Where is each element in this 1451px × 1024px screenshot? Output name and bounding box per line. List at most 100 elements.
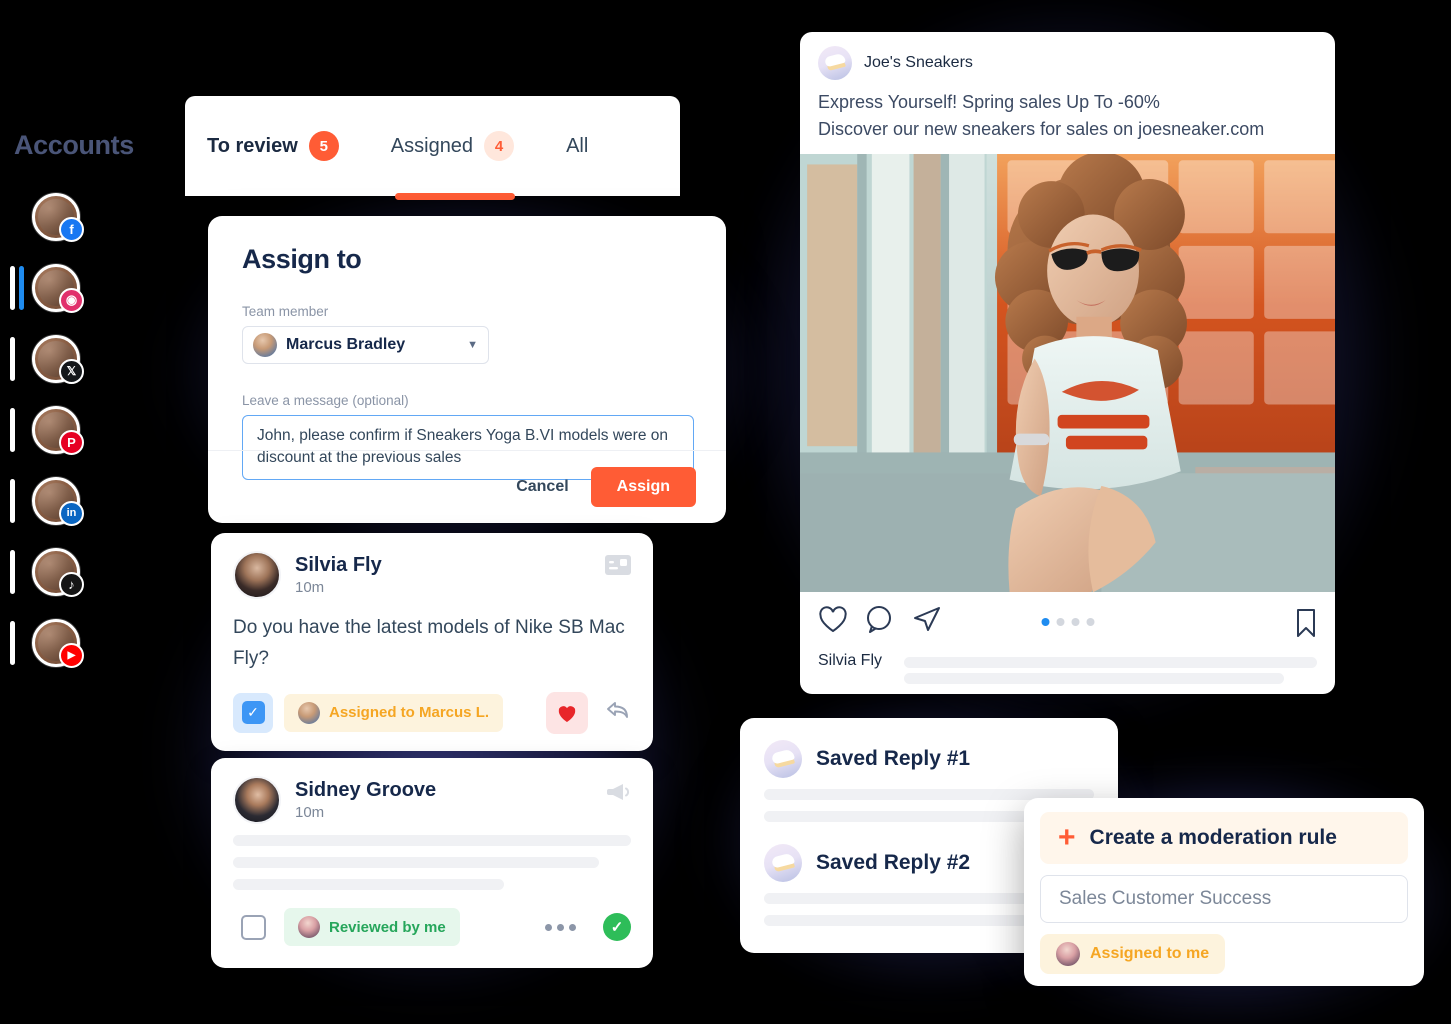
skeleton-line xyxy=(764,915,1028,926)
skeleton-line xyxy=(904,673,1284,684)
comment-footer: Reviewed by me ✓ xyxy=(233,907,631,947)
assignee-avatar xyxy=(1056,942,1080,966)
tab-to-review[interactable]: To review 5 xyxy=(207,131,339,161)
sidebar-account-instagram[interactable]: ◉ xyxy=(0,252,170,323)
post-account-name: Joe's Sneakers xyxy=(864,54,973,71)
share-icon[interactable] xyxy=(912,605,942,638)
like-button[interactable] xyxy=(546,691,588,734)
post-caption-line-2: Discover our new sneakers for sales on j… xyxy=(818,119,1265,140)
linkedin-icon: in xyxy=(59,500,84,526)
post-photo xyxy=(800,153,1335,592)
accounts-sidebar: Accounts f ◉ 𝕏 Pin ♪ ▶ xyxy=(0,130,170,678)
account-avatar: P xyxy=(32,405,84,455)
avatar xyxy=(233,551,281,599)
skeleton-line xyxy=(233,857,600,868)
sidebar-account-facebook[interactable]: f xyxy=(0,181,170,252)
account-avatar: ◉ xyxy=(32,263,84,313)
sidebar-account-linkedin[interactable]: in xyxy=(0,465,170,536)
status-badge-label: Reviewed by me xyxy=(329,918,446,936)
accounts-title: Accounts xyxy=(14,130,134,160)
moderation-rule-card: + Create a moderation rule Sales Custome… xyxy=(1024,798,1424,986)
like-icon[interactable] xyxy=(818,605,848,638)
tab-to-review-label: To review xyxy=(207,134,298,157)
reply-button[interactable] xyxy=(605,699,631,726)
comment-author: Sidney Groove xyxy=(295,779,437,801)
tab-assigned-badge: 4 xyxy=(484,131,515,161)
assign-to-modal: Assign to Team member Marcus Bradley ▼ L… xyxy=(208,216,726,523)
saved-reply-title: Saved Reply #2 xyxy=(816,851,971,874)
team-member-select[interactable]: Marcus Bradley ▼ xyxy=(242,326,489,364)
instagram-post-preview: Joe's Sneakers Express Yourself! Spring … xyxy=(800,32,1335,694)
tab-assigned[interactable]: Assigned 4 xyxy=(391,131,515,161)
post-caption-line-1: Express Yourself! Spring sales Up To -60… xyxy=(818,92,1160,112)
moderation-rule-input[interactable]: Sales Customer Success xyxy=(1040,875,1408,923)
skeleton-line xyxy=(233,879,504,890)
post-header: Joe's Sneakers Express Yourself! Spring … xyxy=(800,32,1335,154)
account-avatar: 𝕏 xyxy=(32,334,84,384)
assign-modal-title: Assign to xyxy=(242,244,362,274)
account-avatar: f xyxy=(32,192,84,242)
comment-icon xyxy=(605,555,631,580)
reply-icon xyxy=(607,702,628,718)
skeleton-line xyxy=(904,657,1317,668)
comment-header: Sidney Groove 10m xyxy=(233,776,631,824)
pinterest-icon: P xyxy=(59,429,84,455)
heart-icon xyxy=(558,705,576,722)
post-footer: Silvia Fly xyxy=(800,592,1335,694)
checkbox-unchecked-icon xyxy=(240,914,266,940)
account-avatar: ▶ xyxy=(32,618,84,668)
account-indicator xyxy=(10,336,15,381)
facebook-icon: f xyxy=(59,216,84,242)
assigned-to-me-badge[interactable]: Assigned to me xyxy=(1040,934,1226,974)
status-badge-reviewed[interactable]: Reviewed by me xyxy=(284,908,460,946)
tab-all[interactable]: All xyxy=(566,135,588,158)
more-options-button[interactable] xyxy=(545,923,576,931)
saved-reply-title: Saved Reply #1 xyxy=(816,747,971,770)
instagram-icon: ◉ xyxy=(59,287,84,313)
account-indicator xyxy=(10,265,15,310)
select-checkbox[interactable]: ✓ xyxy=(233,692,273,733)
bookmark-icon[interactable] xyxy=(1295,608,1317,643)
account-list: f ◉ 𝕏 Pin ♪ ▶ xyxy=(0,181,170,678)
reviewer-avatar xyxy=(298,916,320,938)
sidebar-account-pinterest[interactable]: P xyxy=(0,394,170,465)
team-member-avatar xyxy=(253,333,277,357)
saved-reply-avatar xyxy=(764,740,802,778)
plus-icon: + xyxy=(1058,821,1076,854)
comment-card-silvia[interactable]: Silvia Fly 10m Do you have the latest mo… xyxy=(211,533,653,751)
approve-button[interactable]: ✓ xyxy=(603,913,631,941)
saved-reply-item[interactable]: Saved Reply #1 xyxy=(764,740,1094,778)
account-indicator xyxy=(10,549,15,594)
avatar xyxy=(233,776,281,824)
carousel-dots xyxy=(1041,618,1094,626)
brand-avatar xyxy=(818,46,852,80)
assigned-to-me-label: Assigned to me xyxy=(1090,945,1210,962)
skeleton-line xyxy=(764,811,1028,822)
assign-button[interactable]: Assign xyxy=(590,467,696,507)
assign-modal-footer: Cancel Assign xyxy=(208,450,726,523)
comment-footer: ✓ Assigned to Marcus L. xyxy=(233,691,631,734)
comment-header: Silvia Fly 10m xyxy=(233,551,631,599)
tiktok-icon: ♪ xyxy=(59,571,84,597)
tab-all-label: All xyxy=(566,134,589,157)
active-tab-underline xyxy=(395,193,515,200)
status-badge-label: Assigned to Marcus L. xyxy=(329,704,490,722)
x-icon: 𝕏 xyxy=(59,358,84,384)
cancel-button[interactable]: Cancel xyxy=(516,478,568,496)
message-label: Leave a message (optional) xyxy=(242,393,409,408)
create-moderation-rule-button[interactable]: + Create a moderation rule xyxy=(1040,812,1408,864)
account-indicator xyxy=(10,478,15,523)
sidebar-account-tiktok[interactable]: ♪ xyxy=(0,536,170,607)
status-badge-assigned[interactable]: Assigned to Marcus L. xyxy=(284,693,504,732)
comment-card-sidney[interactable]: Sidney Groove 10m Reviewed by me ✓ xyxy=(211,758,653,968)
sidebar-account-youtube[interactable]: ▶ xyxy=(0,607,170,678)
checkbox-checked-icon: ✓ xyxy=(241,701,265,725)
comment-author: Silvia Fly xyxy=(295,554,382,576)
post-photo-illustration xyxy=(800,153,1335,592)
select-checkbox[interactable] xyxy=(233,907,273,947)
saved-reply-avatar xyxy=(764,844,802,882)
sidebar-account-x[interactable]: 𝕏 xyxy=(0,323,170,394)
team-member-label: Team member xyxy=(242,304,329,319)
skeleton-line xyxy=(233,835,631,846)
comment-icon[interactable] xyxy=(865,605,895,638)
